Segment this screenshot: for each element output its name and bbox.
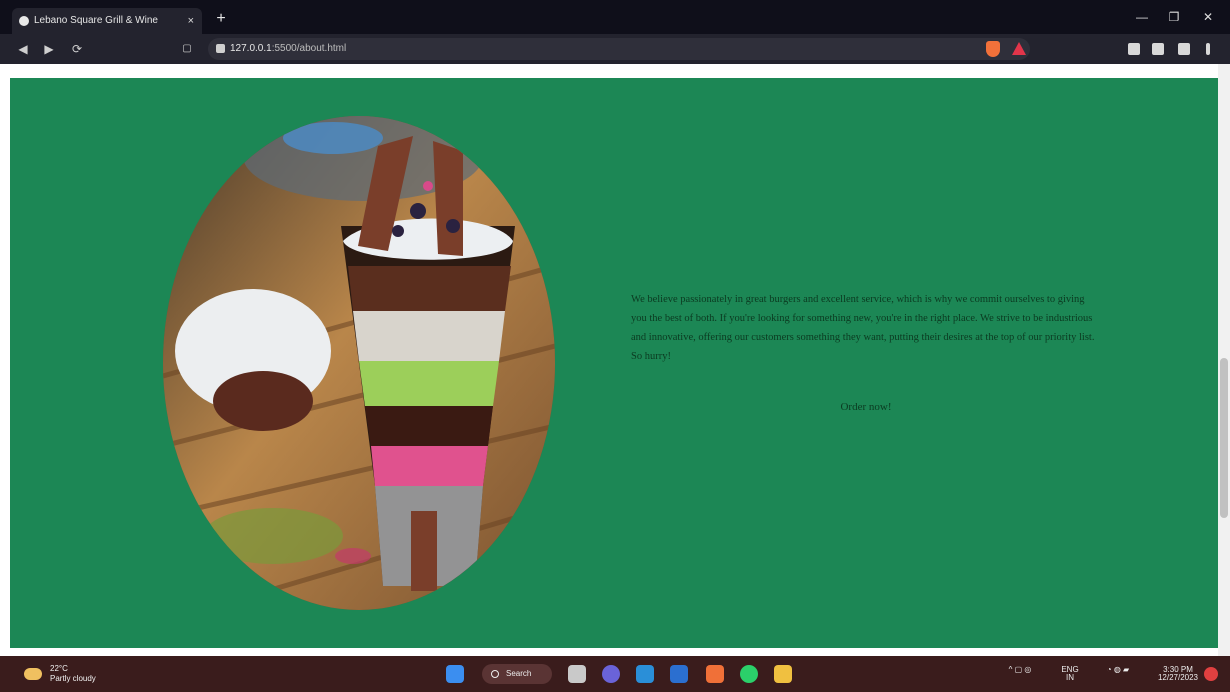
bookmark-icon[interactable]: ▢ — [178, 40, 196, 58]
restore-button[interactable]: ❐ — [1160, 8, 1188, 26]
chat-icon[interactable] — [602, 665, 620, 683]
dessert-illustration — [163, 116, 555, 610]
clock-date: 12/27/2023 — [1157, 673, 1199, 682]
start-windows-icon[interactable] — [446, 665, 464, 683]
taskbar-search[interactable]: Search — [482, 664, 552, 684]
lang-bottom: IN — [1066, 673, 1074, 682]
weather-icon — [24, 668, 42, 680]
weather-temp: 22°C — [50, 664, 68, 673]
close-window-button[interactable]: ✕ — [1194, 8, 1222, 26]
url-host: 127.0.0.1 — [230, 43, 272, 54]
brave-rewards-icon[interactable] — [1012, 42, 1026, 55]
file-explorer-icon[interactable] — [774, 665, 792, 683]
minimize-button[interactable]: — — [1128, 8, 1156, 26]
site-info-icon[interactable] — [216, 44, 225, 53]
tab-close-button[interactable]: × — [188, 8, 194, 34]
search-icon — [491, 670, 499, 678]
back-button[interactable]: ◀ — [14, 40, 32, 58]
brave-browser-icon[interactable] — [706, 665, 724, 683]
wifi-volume-battery-icon[interactable]: ◔ ◍ ▰ — [1090, 666, 1146, 682]
tray-icons[interactable]: ^ ▢ ◎ — [990, 666, 1050, 682]
tab-favicon-icon — [19, 16, 29, 26]
language-indicator[interactable]: ENG IN — [1058, 666, 1082, 682]
sidebar-icon[interactable] — [1152, 43, 1164, 55]
browser-tab-strip: Lebano Square Grill & Wine × + — ❐ ✕ — [0, 0, 1230, 34]
page-scrollbar[interactable] — [1218, 64, 1230, 656]
weather-widget[interactable]: 22°C Partly cloudy — [20, 664, 140, 686]
browser-toolbar: ◀ ▶ ⟳ ▢ 127.0.0.1:5500/about.html — [0, 34, 1230, 64]
windows-taskbar: 22°C Partly cloudy Search ^ ▢ ◎ ENG IN ◔… — [0, 656, 1230, 692]
vscode-icon[interactable] — [636, 665, 654, 683]
menu-icon[interactable] — [1206, 43, 1210, 55]
browser-tab[interactable]: Lebano Square Grill & Wine × — [12, 8, 202, 34]
clock[interactable]: 3:30 PM 12/27/2023 — [1150, 666, 1206, 682]
order-now-link[interactable]: Order now! — [631, 401, 1101, 413]
extensions-icon[interactable] — [1128, 43, 1140, 55]
search-label: Search — [506, 669, 532, 678]
forward-button[interactable]: ▶ — [40, 40, 58, 58]
wallet-icon[interactable] — [1178, 43, 1190, 55]
task-view-icon[interactable] — [568, 665, 586, 683]
web-page: We believe passionately in great burgers… — [0, 64, 1230, 656]
tab-title: Lebano Square Grill & Wine — [34, 15, 158, 26]
about-paragraph: We believe passionately in great burgers… — [631, 294, 1095, 362]
weather-desc: Partly cloudy — [50, 674, 96, 683]
scrollbar-thumb[interactable] — [1220, 358, 1228, 518]
address-bar[interactable]: 127.0.0.1:5500/about.html — [208, 38, 1030, 60]
store-icon[interactable] — [670, 665, 688, 683]
brave-shields-icon[interactable] — [986, 41, 1000, 57]
new-tab-button[interactable]: + — [210, 8, 232, 30]
dessert-image — [163, 116, 555, 610]
whatsapp-icon[interactable] — [740, 665, 758, 683]
about-section: We believe passionately in great burgers… — [10, 78, 1218, 648]
notification-icon[interactable] — [1204, 667, 1218, 681]
reload-button[interactable]: ⟳ — [68, 40, 86, 58]
url-path: :5500/about.html — [271, 43, 347, 54]
